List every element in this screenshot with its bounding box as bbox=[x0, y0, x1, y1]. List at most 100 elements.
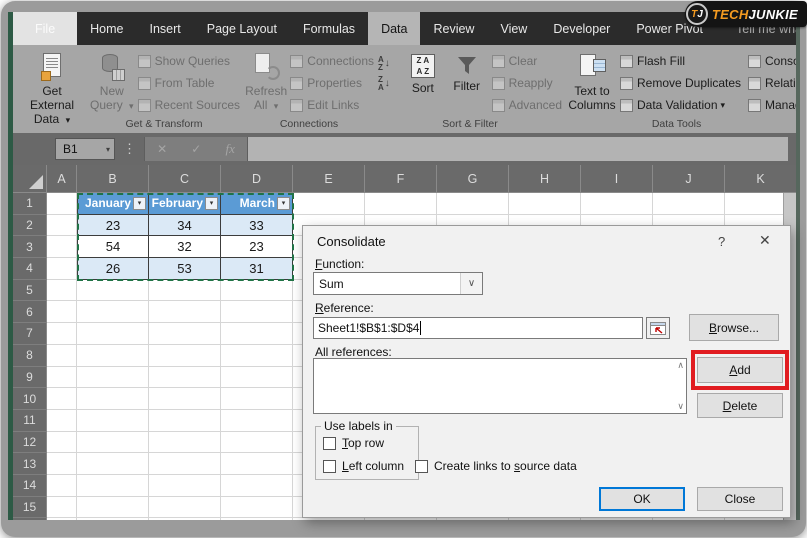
scroll-up-icon[interactable]: ∧ bbox=[677, 360, 684, 371]
cell-B5[interactable] bbox=[77, 280, 149, 302]
cell-G16[interactable] bbox=[437, 518, 509, 520]
row-header-5[interactable]: 5 bbox=[13, 280, 47, 302]
cell-A6[interactable] bbox=[47, 301, 77, 323]
column-header-D[interactable]: D bbox=[221, 165, 293, 193]
cell-B14[interactable] bbox=[77, 475, 149, 497]
cell-H1[interactable] bbox=[509, 193, 581, 215]
row-header-6[interactable]: 6 bbox=[13, 301, 47, 323]
row-header-11[interactable]: 11 bbox=[13, 410, 47, 432]
from-table-button[interactable]: From Table bbox=[136, 72, 240, 94]
data-validation-button[interactable]: Data Validation▾ bbox=[618, 94, 746, 116]
advanced-button[interactable]: Advanced bbox=[490, 94, 562, 116]
cell-C8[interactable] bbox=[149, 345, 221, 367]
row-header-7[interactable]: 7 bbox=[13, 323, 47, 345]
row-header-14[interactable]: 14 bbox=[13, 475, 47, 497]
cell-C16[interactable] bbox=[149, 518, 221, 520]
row-header-4[interactable]: 4 bbox=[13, 258, 47, 280]
consolidate-button[interactable]: Consolidate bbox=[746, 50, 796, 72]
collapse-dialog-button[interactable] bbox=[646, 317, 670, 339]
close-button[interactable]: Close bbox=[697, 487, 783, 511]
browse-button[interactable]: Browse... bbox=[689, 314, 779, 341]
filter-dropdown-button[interactable]: ▾ bbox=[133, 197, 146, 210]
cell-A13[interactable] bbox=[47, 453, 77, 475]
dialog-close-icon[interactable]: ✕ bbox=[759, 232, 771, 249]
dialog-help-icon[interactable]: ? bbox=[718, 234, 725, 249]
row-header-1[interactable]: 1 bbox=[13, 193, 47, 215]
row-header-12[interactable]: 12 bbox=[13, 432, 47, 454]
reference-input[interactable]: Sheet1!$B$1:$D$4 bbox=[313, 317, 643, 339]
cell-B4[interactable]: 26 bbox=[77, 258, 149, 280]
tab-insert[interactable]: Insert bbox=[137, 12, 194, 45]
cell-C7[interactable] bbox=[149, 323, 221, 345]
cell-A11[interactable] bbox=[47, 410, 77, 432]
column-header-H[interactable]: H bbox=[509, 165, 581, 193]
cell-D9[interactable] bbox=[221, 367, 293, 389]
cell-F16[interactable] bbox=[365, 518, 437, 520]
flash-fill-button[interactable]: Flash Fill bbox=[618, 50, 746, 72]
cell-C14[interactable] bbox=[149, 475, 221, 497]
cell-D7[interactable] bbox=[221, 323, 293, 345]
cell-J16[interactable] bbox=[653, 518, 725, 520]
cell-D14[interactable] bbox=[221, 475, 293, 497]
row-header-13[interactable]: 13 bbox=[13, 453, 47, 475]
cell-D4[interactable]: 31 bbox=[221, 258, 293, 280]
select-all-corner[interactable] bbox=[13, 165, 47, 193]
cell-D15[interactable] bbox=[221, 497, 293, 519]
name-box[interactable]: B1 ▾ bbox=[55, 138, 115, 160]
ok-button[interactable]: OK bbox=[599, 487, 685, 511]
cell-C13[interactable] bbox=[149, 453, 221, 475]
cell-C4[interactable]: 53 bbox=[149, 258, 221, 280]
column-header-F[interactable]: F bbox=[365, 165, 437, 193]
sort-descending-button[interactable]: Z A↓ bbox=[378, 74, 402, 94]
row-header-9[interactable]: 9 bbox=[13, 367, 47, 389]
row-header-10[interactable]: 10 bbox=[13, 388, 47, 410]
cell-B13[interactable] bbox=[77, 453, 149, 475]
cell-C6[interactable] bbox=[149, 301, 221, 323]
cell-C3[interactable]: 32 bbox=[149, 236, 221, 258]
cell-B1[interactable]: January▾ bbox=[77, 193, 149, 215]
cell-D13[interactable] bbox=[221, 453, 293, 475]
cell-B8[interactable] bbox=[77, 345, 149, 367]
cell-B15[interactable] bbox=[77, 497, 149, 519]
formula-input[interactable] bbox=[248, 137, 788, 161]
add-button[interactable]: Add bbox=[697, 357, 783, 383]
cell-A5[interactable] bbox=[47, 280, 77, 302]
cell-A8[interactable] bbox=[47, 345, 77, 367]
cell-D1[interactable]: March▾ bbox=[221, 193, 293, 215]
create-links-checkbox[interactable] bbox=[415, 460, 428, 473]
new-query-button[interactable]: New Query ▾ bbox=[88, 48, 136, 113]
cell-C11[interactable] bbox=[149, 410, 221, 432]
manage-data-model-button[interactable]: Manage Data Model bbox=[746, 94, 796, 116]
cell-A14[interactable] bbox=[47, 475, 77, 497]
tab-home[interactable]: Home bbox=[77, 12, 136, 45]
cell-A2[interactable] bbox=[47, 215, 77, 237]
cell-C2[interactable]: 34 bbox=[149, 215, 221, 237]
cell-B12[interactable] bbox=[77, 432, 149, 454]
cell-H16[interactable] bbox=[509, 518, 581, 520]
top-row-checkbox[interactable] bbox=[323, 437, 336, 450]
recent-sources-button[interactable]: Recent Sources bbox=[136, 94, 240, 116]
cell-D5[interactable] bbox=[221, 280, 293, 302]
cell-B7[interactable] bbox=[77, 323, 149, 345]
column-header-J[interactable]: J bbox=[653, 165, 725, 193]
cell-B6[interactable] bbox=[77, 301, 149, 323]
dialog-title[interactable]: Consolidate bbox=[317, 234, 386, 249]
cell-C15[interactable] bbox=[149, 497, 221, 519]
confirm-entry-icon[interactable]: ✓ bbox=[191, 142, 201, 156]
tab-page-layout[interactable]: Page Layout bbox=[194, 12, 290, 45]
all-references-listbox[interactable]: ∧ ∨ bbox=[313, 358, 687, 414]
row-header-2[interactable]: 2 bbox=[13, 215, 47, 237]
row-header-16[interactable]: 16 bbox=[13, 518, 47, 520]
cell-A10[interactable] bbox=[47, 388, 77, 410]
column-header-K[interactable]: K bbox=[725, 165, 796, 193]
cell-B11[interactable] bbox=[77, 410, 149, 432]
cell-A9[interactable] bbox=[47, 367, 77, 389]
top-row-option[interactable]: Top row bbox=[323, 436, 384, 450]
cell-J1[interactable] bbox=[653, 193, 725, 215]
cell-F1[interactable] bbox=[365, 193, 437, 215]
tab-developer[interactable]: Developer bbox=[540, 12, 623, 45]
clear-button[interactable]: Clear bbox=[490, 50, 562, 72]
cell-C1[interactable]: February▾ bbox=[149, 193, 221, 215]
tab-review[interactable]: Review bbox=[420, 12, 487, 45]
create-links-option[interactable]: Create links to source data bbox=[415, 459, 577, 473]
